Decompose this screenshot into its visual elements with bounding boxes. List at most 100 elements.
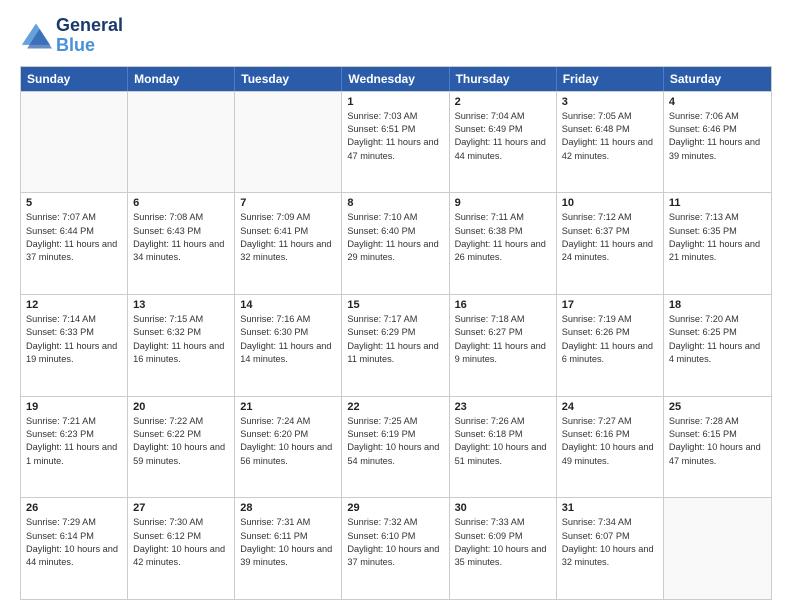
day-info: Sunrise: 7:08 AM Sunset: 6:43 PM Dayligh… (133, 211, 229, 264)
header-day-wednesday: Wednesday (342, 67, 449, 91)
day-cell-8: 8 Sunrise: 7:10 AM Sunset: 6:40 PM Daylig… (342, 193, 449, 294)
day-info: Sunrise: 7:25 AM Sunset: 6:19 PM Dayligh… (347, 415, 443, 468)
day-number: 17 (562, 299, 658, 311)
week-row-2: 5 Sunrise: 7:07 AM Sunset: 6:44 PM Daylig… (21, 192, 771, 294)
day-number: 22 (347, 401, 443, 413)
calendar-header: SundayMondayTuesdayWednesdayThursdayFrid… (21, 67, 771, 91)
day-number: 16 (455, 299, 551, 311)
day-info: Sunrise: 7:15 AM Sunset: 6:32 PM Dayligh… (133, 313, 229, 366)
day-info: Sunrise: 7:18 AM Sunset: 6:27 PM Dayligh… (455, 313, 551, 366)
day-number: 19 (26, 401, 122, 413)
header-day-sunday: Sunday (21, 67, 128, 91)
day-info: Sunrise: 7:16 AM Sunset: 6:30 PM Dayligh… (240, 313, 336, 366)
day-info: Sunrise: 7:09 AM Sunset: 6:41 PM Dayligh… (240, 211, 336, 264)
day-info: Sunrise: 7:20 AM Sunset: 6:25 PM Dayligh… (669, 313, 766, 366)
day-info: Sunrise: 7:34 AM Sunset: 6:07 PM Dayligh… (562, 516, 658, 569)
day-info: Sunrise: 7:27 AM Sunset: 6:16 PM Dayligh… (562, 415, 658, 468)
day-cell-13: 13 Sunrise: 7:15 AM Sunset: 6:32 PM Dayli… (128, 295, 235, 396)
header-day-monday: Monday (128, 67, 235, 91)
day-cell-29: 29 Sunrise: 7:32 AM Sunset: 6:10 PM Dayli… (342, 498, 449, 599)
day-info: Sunrise: 7:24 AM Sunset: 6:20 PM Dayligh… (240, 415, 336, 468)
day-cell-7: 7Sunrise: 7:09 AM Sunset: 6:41 PM Daylig… (235, 193, 342, 294)
day-info: Sunrise: 7:14 AM Sunset: 6:33 PM Dayligh… (26, 313, 122, 366)
day-number: 8 (347, 197, 443, 209)
day-cell-empty (128, 92, 235, 193)
day-number: 31 (562, 502, 658, 514)
day-cell-6: 6 Sunrise: 7:08 AM Sunset: 6:43 PM Daylig… (128, 193, 235, 294)
day-cell-4: 4Sunrise: 7:06 AM Sunset: 6:46 PM Daylig… (664, 92, 771, 193)
day-cell-empty (664, 498, 771, 599)
day-number: 23 (455, 401, 551, 413)
day-info: Sunrise: 7:30 AM Sunset: 6:12 PM Dayligh… (133, 516, 229, 569)
day-number: 3 (562, 96, 658, 108)
week-row-3: 12 Sunrise: 7:14 AM Sunset: 6:33 PM Dayli… (21, 294, 771, 396)
day-cell-empty (235, 92, 342, 193)
day-cell-25: 25 Sunrise: 7:28 AM Sunset: 6:15 PM Dayli… (664, 397, 771, 498)
day-number: 21 (240, 401, 336, 413)
day-number: 5 (26, 197, 122, 209)
day-cell-empty (21, 92, 128, 193)
day-cell-16: 16 Sunrise: 7:18 AM Sunset: 6:27 PM Dayli… (450, 295, 557, 396)
day-info: Sunrise: 7:22 AM Sunset: 6:22 PM Dayligh… (133, 415, 229, 468)
day-cell-12: 12 Sunrise: 7:14 AM Sunset: 6:33 PM Dayli… (21, 295, 128, 396)
day-info: Sunrise: 7:29 AM Sunset: 6:14 PM Dayligh… (26, 516, 122, 569)
day-number: 10 (562, 197, 658, 209)
day-cell-9: 9Sunrise: 7:11 AM Sunset: 6:38 PM Daylig… (450, 193, 557, 294)
day-cell-1: 1 Sunrise: 7:03 AM Sunset: 6:51 PM Daylig… (342, 92, 449, 193)
day-number: 6 (133, 197, 229, 209)
day-info: Sunrise: 7:04 AM Sunset: 6:49 PM Dayligh… (455, 110, 551, 163)
day-info: Sunrise: 7:10 AM Sunset: 6:40 PM Dayligh… (347, 211, 443, 264)
day-number: 30 (455, 502, 551, 514)
day-cell-20: 20 Sunrise: 7:22 AM Sunset: 6:22 PM Dayli… (128, 397, 235, 498)
calendar-body: 1 Sunrise: 7:03 AM Sunset: 6:51 PM Daylig… (21, 91, 771, 599)
day-cell-15: 15 Sunrise: 7:17 AM Sunset: 6:29 PM Dayli… (342, 295, 449, 396)
day-cell-26: 26 Sunrise: 7:29 AM Sunset: 6:14 PM Dayli… (21, 498, 128, 599)
day-number: 15 (347, 299, 443, 311)
day-cell-10: 10Sunrise: 7:12 AM Sunset: 6:37 PM Dayli… (557, 193, 664, 294)
day-info: Sunrise: 7:03 AM Sunset: 6:51 PM Dayligh… (347, 110, 443, 163)
day-cell-22: 22 Sunrise: 7:25 AM Sunset: 6:19 PM Dayli… (342, 397, 449, 498)
day-number: 26 (26, 502, 122, 514)
day-info: Sunrise: 7:28 AM Sunset: 6:15 PM Dayligh… (669, 415, 766, 468)
day-number: 12 (26, 299, 122, 311)
day-number: 1 (347, 96, 443, 108)
day-info: Sunrise: 7:13 AM Sunset: 6:35 PM Dayligh… (669, 211, 766, 264)
day-cell-24: 24Sunrise: 7:27 AM Sunset: 6:16 PM Dayli… (557, 397, 664, 498)
day-info: Sunrise: 7:31 AM Sunset: 6:11 PM Dayligh… (240, 516, 336, 569)
day-info: Sunrise: 7:32 AM Sunset: 6:10 PM Dayligh… (347, 516, 443, 569)
page: General Blue SundayMondayTuesdayWednesda… (0, 0, 792, 612)
day-info: Sunrise: 7:17 AM Sunset: 6:29 PM Dayligh… (347, 313, 443, 366)
day-number: 29 (347, 502, 443, 514)
logo: General Blue (20, 16, 123, 56)
logo-icon (20, 20, 52, 52)
day-number: 25 (669, 401, 766, 413)
day-cell-14: 14 Sunrise: 7:16 AM Sunset: 6:30 PM Dayli… (235, 295, 342, 396)
day-number: 14 (240, 299, 336, 311)
week-row-1: 1 Sunrise: 7:03 AM Sunset: 6:51 PM Daylig… (21, 91, 771, 193)
day-cell-3: 3 Sunrise: 7:05 AM Sunset: 6:48 PM Daylig… (557, 92, 664, 193)
day-cell-5: 5 Sunrise: 7:07 AM Sunset: 6:44 PM Daylig… (21, 193, 128, 294)
day-number: 11 (669, 197, 766, 209)
header-day-saturday: Saturday (664, 67, 771, 91)
day-number: 4 (669, 96, 766, 108)
day-cell-28: 28Sunrise: 7:31 AM Sunset: 6:11 PM Dayli… (235, 498, 342, 599)
logo-text: General Blue (56, 16, 123, 56)
week-row-4: 19Sunrise: 7:21 AM Sunset: 6:23 PM Dayli… (21, 396, 771, 498)
day-info: Sunrise: 7:26 AM Sunset: 6:18 PM Dayligh… (455, 415, 551, 468)
day-cell-27: 27Sunrise: 7:30 AM Sunset: 6:12 PM Dayli… (128, 498, 235, 599)
day-info: Sunrise: 7:33 AM Sunset: 6:09 PM Dayligh… (455, 516, 551, 569)
calendar: SundayMondayTuesdayWednesdayThursdayFrid… (20, 66, 772, 600)
day-info: Sunrise: 7:05 AM Sunset: 6:48 PM Dayligh… (562, 110, 658, 163)
day-info: Sunrise: 7:07 AM Sunset: 6:44 PM Dayligh… (26, 211, 122, 264)
day-number: 20 (133, 401, 229, 413)
header-day-thursday: Thursday (450, 67, 557, 91)
day-cell-2: 2 Sunrise: 7:04 AM Sunset: 6:49 PM Daylig… (450, 92, 557, 193)
day-cell-21: 21 Sunrise: 7:24 AM Sunset: 6:20 PM Dayli… (235, 397, 342, 498)
header-day-friday: Friday (557, 67, 664, 91)
day-cell-30: 30 Sunrise: 7:33 AM Sunset: 6:09 PM Dayli… (450, 498, 557, 599)
day-number: 2 (455, 96, 551, 108)
day-cell-31: 31 Sunrise: 7:34 AM Sunset: 6:07 PM Dayli… (557, 498, 664, 599)
day-cell-18: 18 Sunrise: 7:20 AM Sunset: 6:25 PM Dayli… (664, 295, 771, 396)
day-number: 18 (669, 299, 766, 311)
day-number: 13 (133, 299, 229, 311)
